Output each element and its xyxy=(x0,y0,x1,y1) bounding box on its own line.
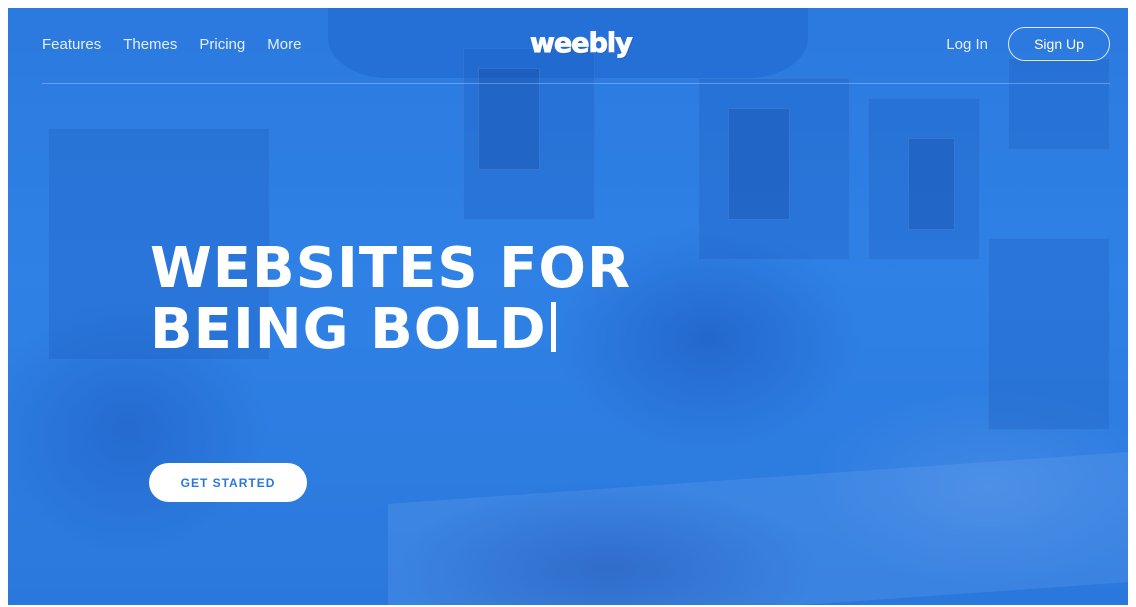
account-nav: Log In Sign Up xyxy=(946,27,1110,61)
primary-nav: Features Themes Pricing More xyxy=(42,36,301,53)
top-navigation: Features Themes Pricing More weebly Log … xyxy=(42,8,1110,84)
weebly-logo[interactable]: weebly xyxy=(530,28,634,60)
nav-link-features[interactable]: Features xyxy=(42,36,101,53)
hero-headline-line2: BEING BOLD xyxy=(150,297,547,362)
text-cursor xyxy=(550,302,556,352)
hero-headline: WEBSITES FOR BEING BOLD xyxy=(150,238,631,360)
hero-section: Features Themes Pricing More weebly Log … xyxy=(8,8,1128,605)
nav-link-pricing[interactable]: Pricing xyxy=(199,36,245,53)
login-link[interactable]: Log In xyxy=(946,36,988,53)
hero-headline-line1: WEBSITES FOR xyxy=(150,236,632,301)
get-started-button[interactable]: GET STARTED xyxy=(149,463,307,502)
nav-link-themes[interactable]: Themes xyxy=(123,36,177,53)
nav-link-more[interactable]: More xyxy=(267,36,301,53)
signup-button[interactable]: Sign Up xyxy=(1008,27,1110,61)
